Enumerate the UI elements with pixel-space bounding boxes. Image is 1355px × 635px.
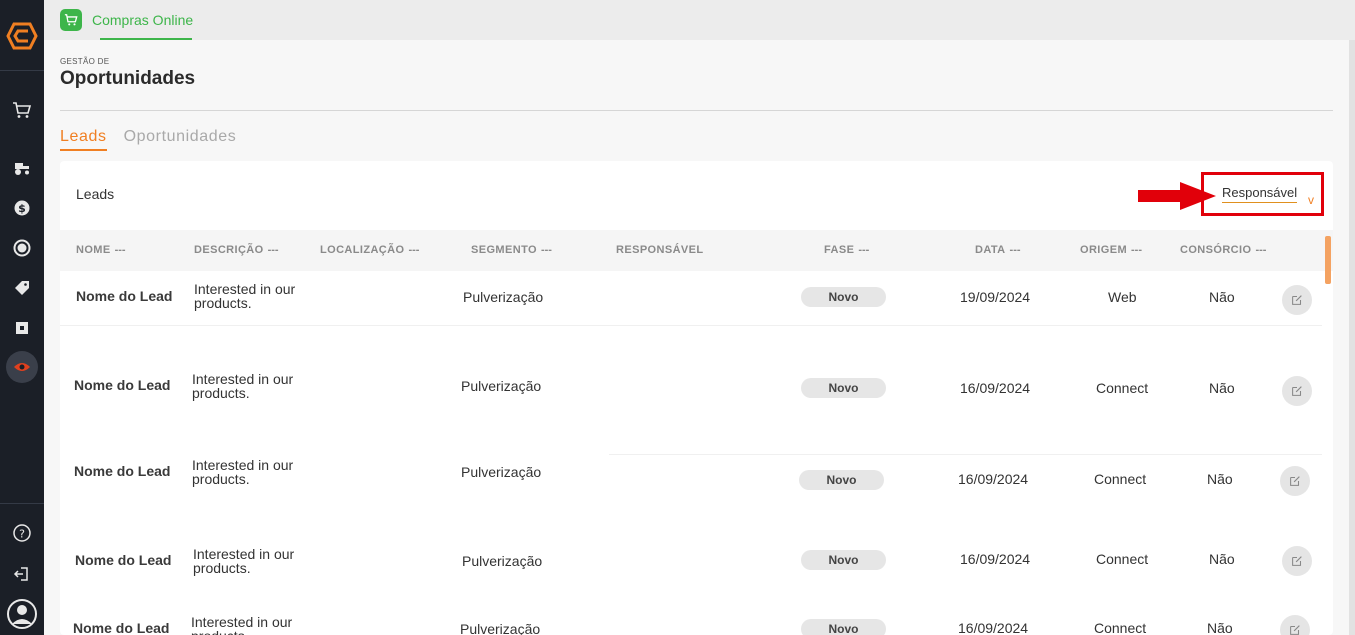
- svg-text:?: ?: [19, 528, 25, 541]
- lead-date: 16/09/2024: [960, 380, 1031, 396]
- sidebar: $ ?: [0, 0, 44, 635]
- user-avatar-icon[interactable]: [6, 598, 38, 630]
- main-content: GESTÃO DE Oportunidades Leads Oportunida…: [44, 40, 1355, 635]
- lead-origin: Connect: [1096, 380, 1149, 396]
- app-tab-compras-online[interactable]: Compras Online: [60, 8, 193, 32]
- column-header-origem[interactable]: ORIGEM ---: [1080, 244, 1142, 256]
- table-scrollbar-thumb[interactable]: [1325, 236, 1331, 284]
- sidebar-divider: [0, 70, 44, 71]
- lead-description: Interested in our products.: [194, 281, 296, 311]
- edit-icon: [1292, 295, 1302, 305]
- table-row[interactable]: Nome do Lead Interested in our products.…: [60, 541, 1322, 617]
- lead-origin: Connect: [1096, 551, 1149, 567]
- column-header-nome[interactable]: NOME ---: [76, 244, 126, 256]
- edit-button[interactable]: [1282, 546, 1312, 576]
- edit-icon: [1290, 625, 1300, 635]
- column-header-consorcio[interactable]: CONSÓRCIO ---: [1180, 244, 1266, 256]
- table-header: NOME --- DESCRIÇÃO --- LOCALIZAÇÃO --- SEGM…: [60, 230, 1333, 271]
- edit-icon: [1290, 476, 1300, 486]
- table-row[interactable]: Nome do Lead Interested in our products.…: [60, 271, 1322, 326]
- page-scrollbar[interactable]: [1349, 40, 1355, 635]
- lead-date: 16/09/2024: [958, 620, 1029, 635]
- edit-button[interactable]: [1280, 466, 1310, 496]
- lead-name[interactable]: Nome do Lead: [76, 288, 172, 304]
- tab-leads[interactable]: Leads: [60, 128, 107, 151]
- tab-oportunidades[interactable]: Oportunidades: [124, 128, 237, 151]
- edit-button[interactable]: [1280, 615, 1310, 635]
- status-badge: Novo: [801, 287, 886, 307]
- lead-consorcio: Não: [1207, 471, 1233, 487]
- page-title: Oportunidades: [60, 68, 196, 89]
- lead-segment: Pulverização: [462, 553, 543, 569]
- card-title: Leads: [76, 186, 115, 202]
- lead-consorcio: Não: [1207, 620, 1233, 635]
- cart-icon[interactable]: [10, 98, 34, 122]
- tractor-icon[interactable]: [10, 156, 34, 180]
- column-header-descricao[interactable]: DESCRIÇÃO ---: [194, 244, 279, 256]
- eye-icon[interactable]: [10, 355, 34, 379]
- breadcrumb: GESTÃO DE: [60, 57, 110, 66]
- status-badge: Novo: [799, 470, 884, 490]
- leads-card: Leads Responsável v NOME --- DESCRIÇÃO ---…: [60, 161, 1333, 635]
- shopping-cart-icon: [60, 9, 82, 31]
- tab-bar: Leads Oportunidades: [60, 128, 236, 151]
- column-header-segmento[interactable]: SEGMENTO ---: [471, 244, 552, 256]
- lead-date: 16/09/2024: [960, 551, 1031, 567]
- lead-origin: Connect: [1094, 620, 1147, 635]
- lead-consorcio: Não: [1209, 551, 1235, 567]
- table-row[interactable]: Nome do Lead Interested in our products.…: [60, 614, 1322, 635]
- lead-segment: Pulverização: [461, 378, 542, 394]
- status-badge: Novo: [801, 619, 886, 635]
- title-divider: [60, 110, 1333, 111]
- lead-consorcio: Não: [1209, 289, 1235, 305]
- logout-icon[interactable]: [10, 562, 34, 586]
- column-header-fase[interactable]: FASE ---: [824, 244, 869, 256]
- lead-name[interactable]: Nome do Lead: [74, 377, 170, 393]
- edit-button[interactable]: [1282, 285, 1312, 315]
- chevron-down-icon[interactable]: v: [1308, 193, 1314, 207]
- responsavel-filter-select[interactable]: Responsável: [1222, 185, 1298, 203]
- lead-name[interactable]: Nome do Lead: [73, 620, 169, 635]
- column-header-data[interactable]: DATA ---: [975, 244, 1021, 256]
- status-badge: Novo: [801, 550, 886, 570]
- svg-text:$: $: [18, 202, 26, 215]
- lead-date: 16/09/2024: [958, 471, 1029, 487]
- top-bar: Compras Online: [44, 0, 1355, 40]
- ticket-icon[interactable]: [10, 316, 34, 340]
- status-badge: Novo: [801, 378, 886, 398]
- company-logo[interactable]: [6, 22, 38, 50]
- sidebar-divider: [0, 503, 44, 504]
- tag-icon[interactable]: [10, 276, 34, 300]
- lead-date: 19/09/2024: [960, 289, 1031, 305]
- lead-origin: Web: [1108, 289, 1137, 305]
- edit-icon: [1292, 386, 1302, 396]
- table-row[interactable]: Nome do Lead Interested in our products.…: [60, 326, 1322, 455]
- help-icon[interactable]: ?: [10, 521, 34, 545]
- lead-description: Interested in our products.: [193, 546, 295, 576]
- lead-description: Interested in our products.: [192, 371, 294, 401]
- highlight-box: Responsável v: [1201, 172, 1324, 216]
- lead-segment: Pulverização: [460, 621, 541, 635]
- edit-icon: [1292, 556, 1302, 566]
- responsavel-filter-label: Responsável: [1222, 185, 1298, 200]
- lead-segment: Pulverização: [461, 464, 542, 480]
- lead-origin: Connect: [1094, 471, 1147, 487]
- column-header-localizacao[interactable]: LOCALIZAÇÃO ---: [320, 244, 419, 256]
- dollar-icon[interactable]: $: [10, 196, 34, 220]
- lead-name[interactable]: Nome do Lead: [74, 463, 170, 479]
- lead-segment: Pulverização: [463, 289, 544, 305]
- refresh-dollar-icon[interactable]: [10, 236, 34, 260]
- app-tab-label: Compras Online: [92, 12, 194, 28]
- lead-description: Interested in our products.: [192, 457, 294, 487]
- lead-description: Interested in our products.: [191, 614, 293, 635]
- lead-name[interactable]: Nome do Lead: [75, 552, 171, 568]
- column-header-responsavel[interactable]: RESPONSÁVEL: [616, 244, 704, 256]
- lead-consorcio: Não: [1209, 380, 1235, 396]
- edit-button[interactable]: [1282, 376, 1312, 406]
- table-row[interactable]: Nome do Lead Interested in our products.…: [60, 455, 1322, 541]
